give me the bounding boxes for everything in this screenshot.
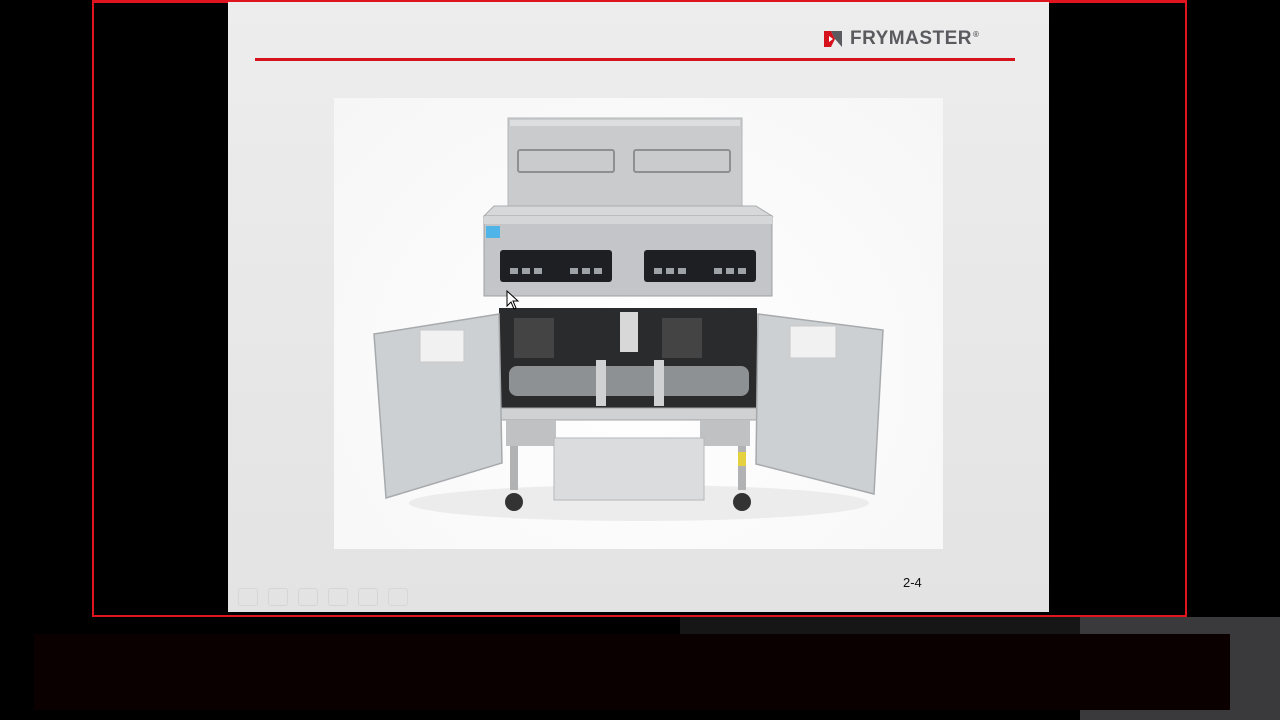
fryer-illustration (373, 117, 884, 521)
more-options-icon[interactable] (388, 588, 408, 606)
brand-name: FRYMASTER® (850, 28, 980, 49)
fryer-photo (334, 98, 943, 549)
zoom-icon[interactable] (358, 588, 378, 606)
slide-header-rule (255, 58, 1015, 61)
slide-page-number: 2-4 (903, 575, 922, 590)
slide-toolbar[interactable] (238, 588, 408, 606)
participant-strip (680, 617, 1080, 634)
pen-icon[interactable] (298, 588, 318, 606)
brand-logo: FRYMASTER® (822, 26, 979, 52)
prev-slide-icon[interactable] (238, 588, 258, 606)
mouse-pointer-icon (506, 290, 520, 310)
slides-grid-icon[interactable] (328, 588, 348, 606)
caption-bar (34, 634, 1230, 710)
presentation-slide: FRYMASTER® 2-4 (228, 2, 1049, 612)
next-slide-icon[interactable] (268, 588, 288, 606)
frymaster-logo-icon (824, 31, 842, 47)
